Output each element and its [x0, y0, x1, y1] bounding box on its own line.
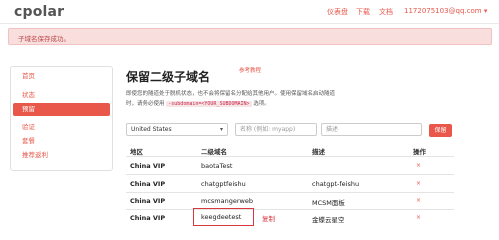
table-divider: [126, 174, 454, 175]
row-2-subdomain: chatgptfeishu: [201, 180, 246, 188]
subdomain-option-code: -subdomain=<YOUR_SUBDOMAIN>: [166, 101, 252, 107]
table-divider: [126, 209, 454, 210]
row-3-region: China VIP: [130, 197, 166, 205]
table-header-subdomain: 二级域名: [201, 148, 227, 156]
row-3-description: MCSM面板: [312, 199, 345, 207]
row-1-region: China VIP: [130, 162, 166, 170]
row-2-delete-icon[interactable]: ×: [416, 180, 421, 187]
row-1-delete-icon[interactable]: ×: [416, 162, 421, 169]
sidebar: 首页 状态 预留 验证 套餐 推荐返利: [10, 66, 113, 171]
chevron-down-icon: ▾: [219, 126, 223, 133]
row-4-delete-icon[interactable]: ×: [416, 214, 421, 221]
description-line-2: 时，请务必使用 -subdomain=<YOUR_SUBDOMAIN> 选项。: [126, 99, 270, 107]
sidebar-item-verify[interactable]: 验证: [11, 121, 112, 134]
row-2-region: China VIP: [130, 180, 166, 188]
sidebar-item-reserve[interactable]: 预留: [13, 103, 110, 116]
copy-annotation: 复制: [262, 215, 275, 223]
table-divider: [126, 156, 454, 157]
nav-dashboard[interactable]: 仪表盘: [327, 7, 348, 17]
user-menu[interactable]: 1172075103@qq.com ▾: [404, 7, 487, 15]
table-header-description: 描述: [312, 148, 325, 156]
subdomain-highlight-box: [193, 208, 254, 226]
row-4-region: China VIP: [130, 214, 166, 222]
sidebar-item-status[interactable]: 状态: [11, 89, 112, 102]
table-header-action: 操作: [413, 148, 426, 156]
row-2-description: chatgpt-feishu: [312, 180, 360, 188]
description-input[interactable]: 描述: [321, 123, 422, 136]
alert-text: 子域名保存成功。: [18, 35, 70, 43]
subdomain-name-input[interactable]: 名称 (例如: myapp): [235, 123, 317, 136]
region-select[interactable]: United States ▾: [126, 123, 228, 136]
top-navbar: cpolar 仪表盘 下载 文档 1172075103@qq.com ▾: [0, 0, 499, 24]
region-select-value: United States: [131, 126, 172, 133]
nav-docs[interactable]: 文档: [379, 7, 393, 17]
row-3-subdomain: mcsmangerweb: [201, 197, 253, 205]
tutorial-link[interactable]: 参考教程: [239, 66, 261, 74]
sidebar-item-home[interactable]: 首页: [11, 70, 112, 83]
sidebar-item-plan[interactable]: 套餐: [11, 135, 112, 148]
row-3-delete-icon[interactable]: ×: [416, 197, 421, 204]
description-line-1: 即使您的隧道处于脱机状态，也不会将保留名分配给其他用户。使用保留域名启动隧道: [126, 91, 336, 97]
table-header-region: 地区: [130, 148, 143, 156]
page-title: 保留二级子域名: [126, 70, 211, 84]
nav-download[interactable]: 下载: [356, 7, 370, 17]
success-alert: 子域名保存成功。: [8, 28, 492, 45]
row-4-description: 金蝶云星空: [312, 216, 345, 224]
description-line-2-post: 选项。: [253, 101, 270, 107]
reserve-button[interactable]: 保留: [429, 124, 452, 137]
description-line-2-pre: 时，请务必使用: [126, 101, 165, 107]
row-1-subdomain: baotaTest: [201, 162, 233, 170]
table-divider: [126, 192, 454, 193]
logo[interactable]: cpolar: [14, 4, 64, 20]
sidebar-item-referral[interactable]: 推荐返利: [11, 149, 112, 162]
